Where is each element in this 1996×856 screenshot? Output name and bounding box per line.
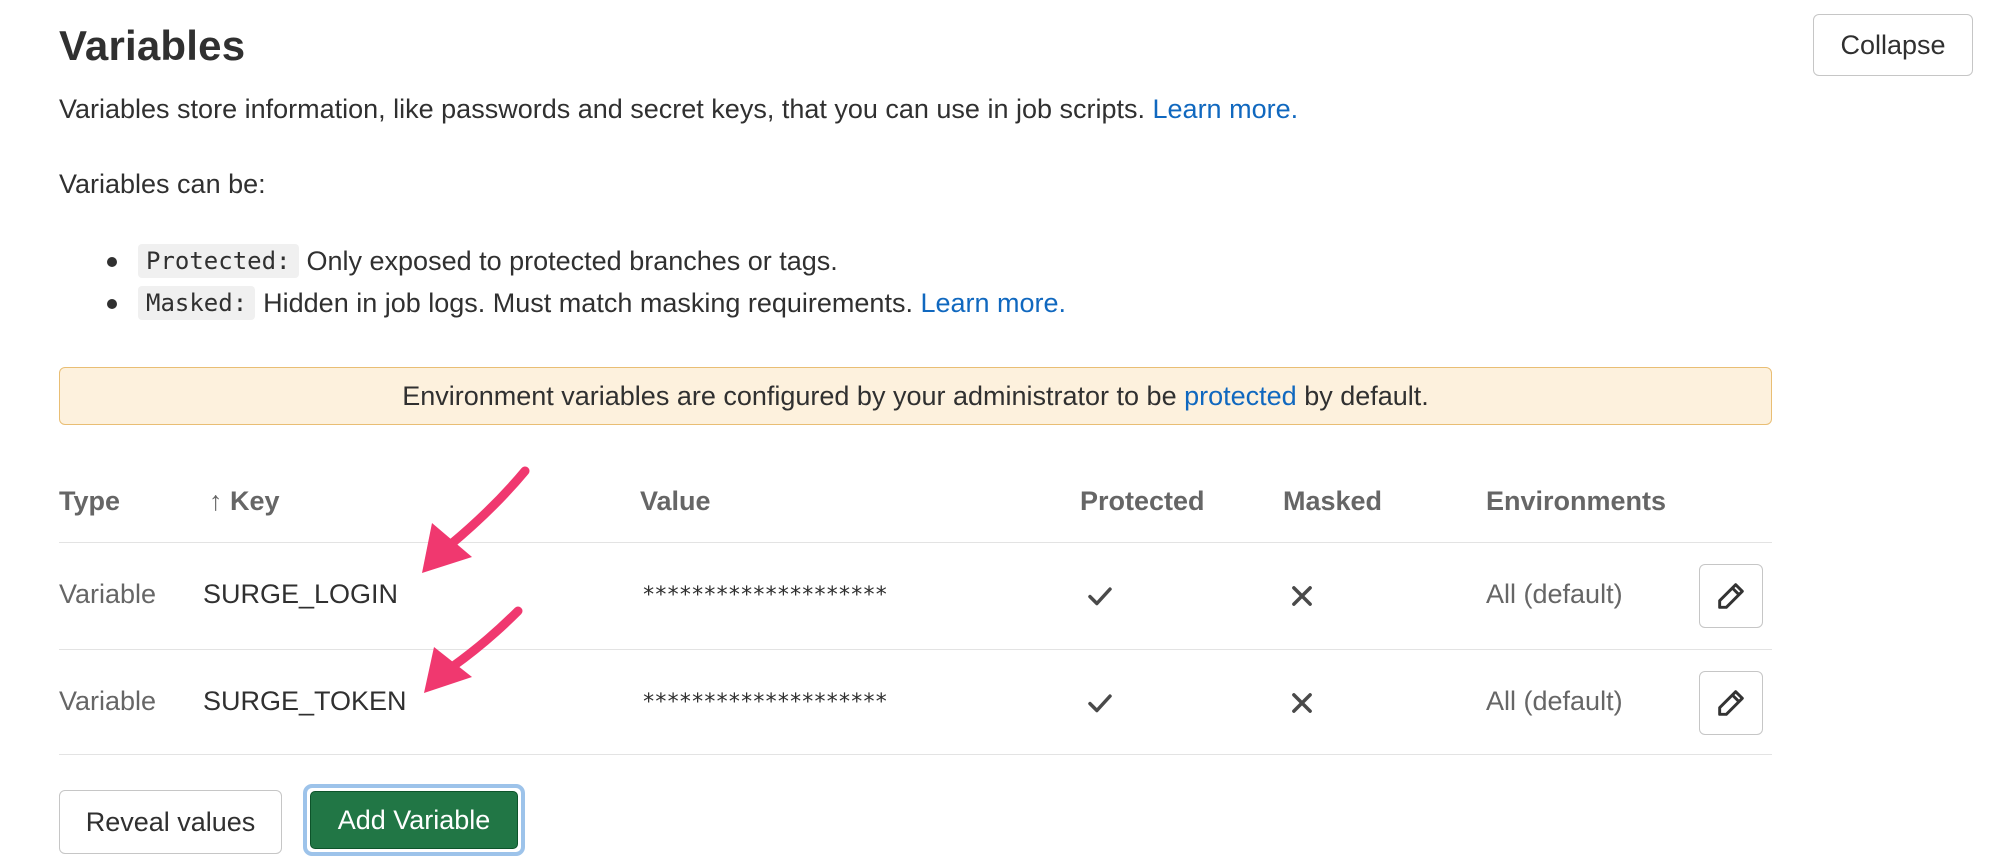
protected-description: Only exposed to protected branches or ta… [306, 245, 838, 276]
key-cell: SURGE_TOKEN [203, 686, 407, 716]
bullet-icon [107, 257, 117, 267]
check-icon [1088, 694, 1112, 713]
variable-options-list: Protected: Only exposed to protected bra… [59, 240, 1066, 324]
header-value[interactable]: Value [640, 486, 711, 517]
protected-link[interactable]: protected [1184, 381, 1297, 412]
key-cell: SURGE_LOGIN [203, 579, 399, 609]
environments-cell: All (default) [1486, 686, 1623, 716]
header-type[interactable]: Type [59, 486, 120, 517]
section-header: Variables Collapse [59, 14, 1979, 84]
sort-ascending-icon: ↑ [209, 486, 223, 516]
type-cell: Variable [59, 686, 157, 716]
header-masked[interactable]: Masked [1283, 486, 1382, 517]
header-key[interactable]: ↑ Key [209, 486, 280, 517]
table-bottom-divider [59, 754, 1772, 755]
list-item-masked: Masked: Hidden in job logs. Must match m… [59, 282, 1066, 324]
environments-cell: All (default) [1486, 579, 1623, 609]
protected-code: Protected: [138, 244, 299, 278]
masked-code: Masked: [138, 286, 256, 320]
add-variable-focus-ring: Add Variable [303, 784, 525, 856]
add-variable-button[interactable]: Add Variable [310, 791, 518, 849]
intro-text: Variables store information, like passwo… [59, 94, 1298, 125]
close-icon [1292, 693, 1312, 713]
alert-text-before: Environment variables are configured by … [402, 380, 1177, 411]
value-cell: ******************** [642, 690, 888, 715]
reveal-values-button[interactable]: Reveal values [59, 790, 282, 854]
header-protected[interactable]: Protected [1080, 486, 1205, 517]
table-row: Variable SURGE_TOKEN *******************… [59, 649, 1772, 757]
header-environments[interactable]: Environments [1486, 486, 1666, 517]
page-title: Variables [59, 22, 246, 69]
alert-text-after: by default. [1304, 380, 1429, 411]
bullet-icon [107, 299, 117, 309]
type-cell: Variable [59, 579, 157, 609]
intro-description: Variables store information, like passwo… [59, 94, 1153, 124]
pencil-icon [1718, 583, 1744, 609]
list-item-protected: Protected: Only exposed to protected bra… [59, 240, 1066, 282]
close-icon [1292, 586, 1312, 606]
protected-default-alert: Environment variables are configured by … [59, 367, 1772, 425]
masked-description: Hidden in job logs. Must match masking r… [263, 287, 913, 318]
masking-learn-more-link[interactable]: Learn more. [920, 288, 1066, 319]
table-row: Variable SURGE_LOGIN *******************… [59, 542, 1772, 650]
edit-variable-button[interactable] [1699, 564, 1763, 628]
pencil-icon [1718, 690, 1744, 716]
edit-variable-button[interactable] [1699, 671, 1763, 735]
variables-can-be-label: Variables can be: [59, 169, 266, 199]
header-key-label: Key [230, 486, 280, 516]
check-icon [1088, 587, 1112, 606]
collapse-button[interactable]: Collapse [1813, 14, 1973, 76]
value-cell: ******************** [642, 583, 888, 608]
learn-more-link[interactable]: Learn more. [1153, 94, 1299, 124]
